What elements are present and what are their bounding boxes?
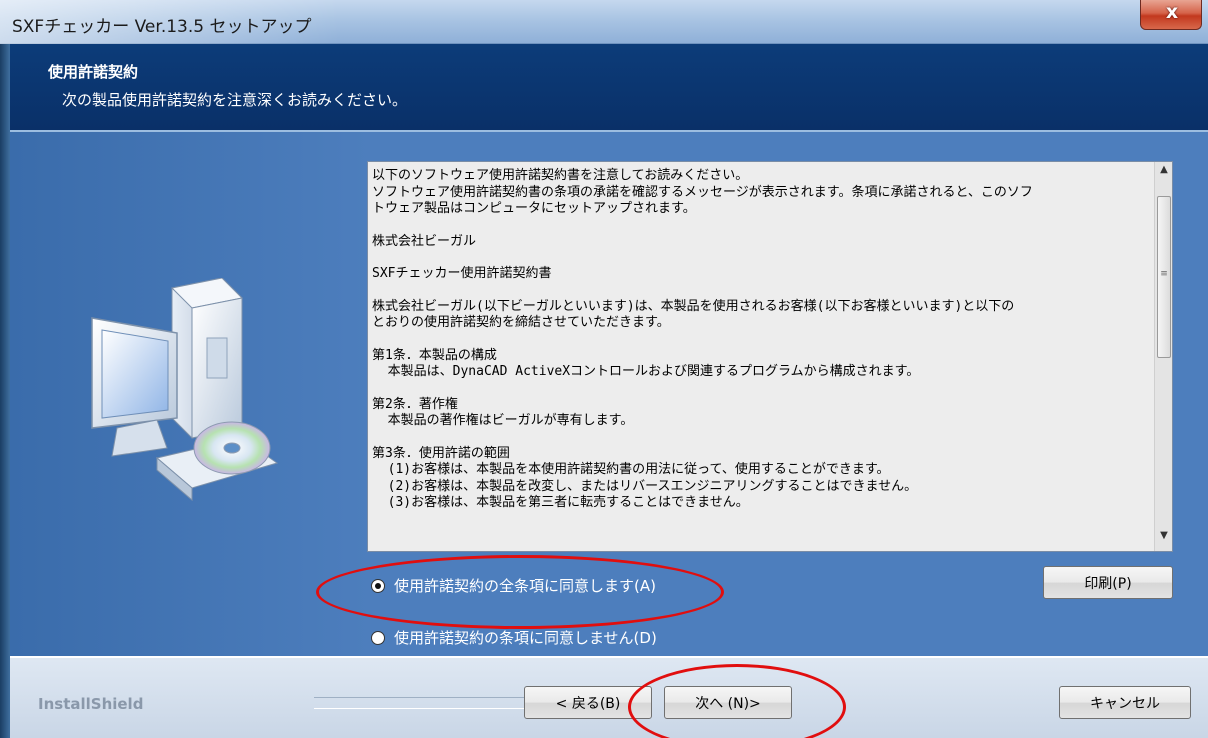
- scroll-down-icon[interactable]: ▼: [1155, 530, 1173, 548]
- installer-window: SXFチェッカー Ver.13.5 セットアップ x 使用許諾契約 次の製品使用…: [0, 0, 1208, 738]
- license-paragraph: 株式会社ビーガル: [372, 233, 477, 249]
- cancel-button[interactable]: キャンセル: [1059, 686, 1191, 719]
- license-paragraph: 第3条．使用許諾の範囲 (1)お客様は、本製品を本使用許諾契約書の用法に従って、…: [372, 445, 918, 511]
- installshield-logo: InstallShield: [38, 695, 144, 713]
- annotation-circle-accept: [316, 555, 724, 629]
- close-button[interactable]: x: [1140, 0, 1202, 30]
- license-paragraph: 株式会社ビーガル(以下ビーガルといいます)は、本製品を使用されるお客様(以下お客…: [372, 298, 1015, 331]
- license-paragraph: 以下のソフトウェア使用許諾契約書を注意してお読みください。 ソフトウェア使用許諾…: [372, 168, 1033, 216]
- page-title: 使用許諾契約: [48, 63, 139, 81]
- window-frame-edge: [0, 0, 10, 738]
- footer-groove: [314, 697, 524, 709]
- scrollbar-thumb[interactable]: ≡: [1157, 196, 1171, 358]
- vertical-scrollbar[interactable]: ▲ ≡ ▼: [1154, 162, 1172, 551]
- window-title: SXFチェッカー Ver.13.5 セットアップ: [12, 17, 312, 37]
- computer-setup-icon: [91, 278, 279, 502]
- license-paragraph: SXFチェッカー使用許諾契約書: [372, 266, 552, 281]
- decline-radio[interactable]: [371, 630, 385, 645]
- page-subtitle: 次の製品使用許諾契約を注意深くお読みください。: [62, 91, 408, 109]
- license-paragraph: 第2条．著作権 本製品の著作権はビーガルが専有します。: [372, 396, 634, 429]
- scroll-up-icon[interactable]: ▲: [1155, 164, 1173, 182]
- license-paragraph: 第1条．本製品の構成 本製品は、DynaCAD ActiveXコントロールおよび…: [372, 347, 920, 380]
- footer-divider: [10, 656, 1208, 658]
- license-text-box[interactable]: 以下のソフトウェア使用許諾契約書を注意してお読みください。 ソフトウェア使用許諾…: [367, 161, 1173, 552]
- header-panel: 使用許諾契約 次の製品使用許諾契約を注意深くお読みください。: [10, 44, 1208, 130]
- license-text: 以下のソフトウェア使用許諾契約書を注意してお読みください。 ソフトウェア使用許諾…: [368, 162, 1154, 551]
- decline-label[interactable]: 使用許諾契約の条項に同意しません(D): [394, 627, 657, 648]
- scroll-grip-icon: ≡: [1160, 269, 1168, 279]
- decline-option[interactable]: 使用許諾契約の条項に同意しません(D): [371, 627, 657, 648]
- print-button[interactable]: 印刷(P): [1043, 566, 1173, 599]
- close-icon: x: [1165, 1, 1179, 23]
